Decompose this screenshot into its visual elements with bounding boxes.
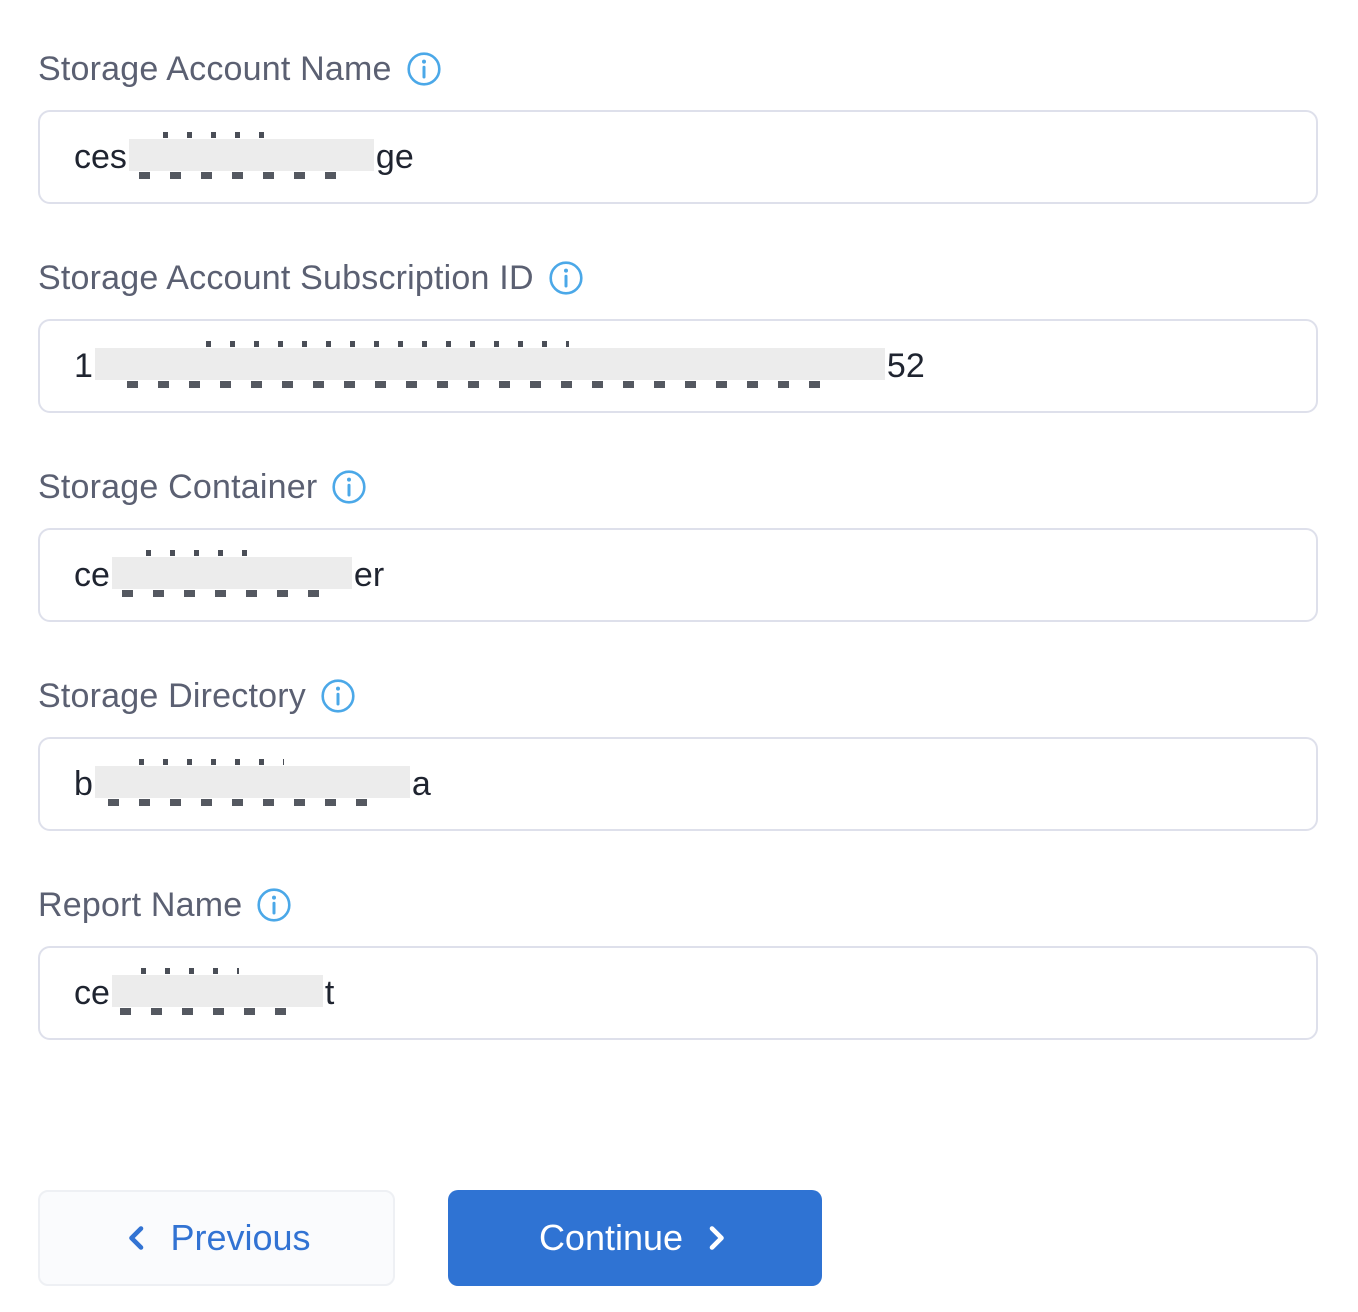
redacted-value-overlay bbox=[95, 766, 410, 798]
previous-button-label: Previous bbox=[170, 1217, 310, 1259]
storage-directory-input[interactable]: ba bbox=[38, 737, 1318, 831]
storage-container-input[interactable]: ce er bbox=[38, 528, 1318, 622]
value-visible-prefix: 1 bbox=[74, 347, 93, 386]
value-visible-suffix: ge bbox=[376, 138, 414, 177]
field-label-row: Storage Directory bbox=[38, 675, 1318, 717]
value-visible-prefix: ce bbox=[74, 556, 110, 595]
field-label-row: Report Name bbox=[38, 884, 1318, 926]
field-label-row: Storage Account Name bbox=[38, 48, 1318, 90]
info-icon[interactable] bbox=[548, 260, 584, 296]
field-storage-container: Storage Container ce er bbox=[38, 466, 1318, 622]
redacted-value-overlay bbox=[95, 348, 885, 380]
info-icon[interactable] bbox=[256, 887, 292, 923]
storage-account-subscription-id-input[interactable]: 1 52 bbox=[38, 319, 1318, 413]
storage-account-name-input[interactable]: ces ge bbox=[38, 110, 1318, 204]
storage-container-label: Storage Container bbox=[38, 466, 317, 508]
value-visible-suffix: t bbox=[325, 974, 334, 1013]
info-icon[interactable] bbox=[406, 51, 442, 87]
field-label-row: Storage Container bbox=[38, 466, 1318, 508]
redacted-value-overlay bbox=[129, 139, 374, 171]
report-name-label: Report Name bbox=[38, 884, 242, 926]
previous-button[interactable]: Previous bbox=[38, 1190, 395, 1286]
value-visible-suffix: er bbox=[354, 556, 384, 595]
continue-button[interactable]: Continue bbox=[448, 1190, 822, 1286]
field-storage-account-name: Storage Account Name ces ge bbox=[38, 48, 1318, 204]
storage-directory-label: Storage Directory bbox=[38, 675, 306, 717]
chevron-left-icon bbox=[122, 1223, 152, 1253]
storage-account-name-label: Storage Account Name bbox=[38, 48, 392, 90]
field-label-row: Storage Account Subscription ID bbox=[38, 257, 1318, 299]
report-name-input[interactable]: ce t bbox=[38, 946, 1318, 1040]
continue-button-label: Continue bbox=[539, 1217, 683, 1259]
form-actions: Previous Continue bbox=[38, 1190, 1318, 1286]
value-visible-suffix: a bbox=[412, 765, 431, 804]
value-visible-prefix: ces bbox=[74, 138, 127, 177]
info-icon[interactable] bbox=[331, 469, 367, 505]
field-report-name: Report Name ce t bbox=[38, 884, 1318, 1040]
info-icon[interactable] bbox=[320, 678, 356, 714]
value-visible-suffix: 52 bbox=[887, 347, 925, 386]
chevron-right-icon bbox=[701, 1223, 731, 1253]
redacted-value-overlay bbox=[112, 557, 352, 589]
storage-settings-form: Storage Account Name ces ge Storage Accou… bbox=[0, 0, 1358, 1312]
value-visible-prefix: ce bbox=[74, 974, 110, 1013]
value-visible-prefix: b bbox=[74, 765, 93, 804]
field-storage-directory: Storage Directory ba bbox=[38, 675, 1318, 831]
redacted-value-overlay bbox=[112, 975, 323, 1007]
storage-account-subscription-id-label: Storage Account Subscription ID bbox=[38, 257, 534, 299]
field-storage-account-subscription-id: Storage Account Subscription ID 1 52 bbox=[38, 257, 1318, 413]
